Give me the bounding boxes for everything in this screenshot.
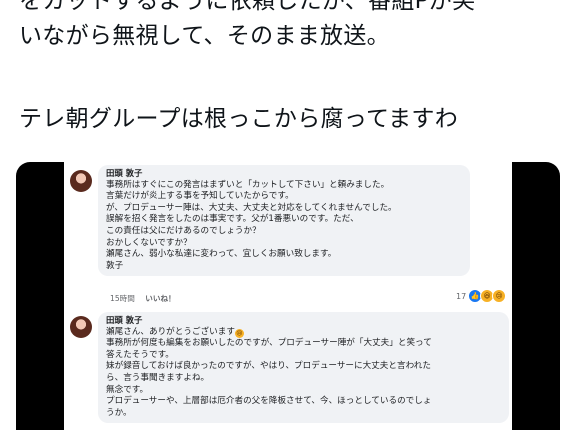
comment-line: うか。 <box>106 407 132 418</box>
sad-icon: 😢 <box>492 289 507 303</box>
comment-line: 瀬尾さん、ありがとうございます <box>106 326 235 337</box>
comment-line: 瀬尾さん、弱小な私達に変わって、宜しくお願い致します。 <box>106 249 337 260</box>
comment-line: おかしくないですか？ <box>106 237 192 248</box>
comment-line: が、プロデューサー陣は、大丈夫、大丈夫と対応をしてくれませんでした。 <box>106 202 397 213</box>
facebook-screenshot: 田頭 敦子 事務所はすぐにこの発言はまずいと「カットして下さい」と頼みました。 … <box>64 162 512 430</box>
comment-line-with-emoji: 瀬尾さん、ありがとうございます😢 <box>106 327 501 339</box>
tweet-media[interactable]: 田頭 敦子 事務所はすぐにこの発言はまずいと「カットして下さい」と頼みました。 … <box>16 162 560 430</box>
comment-meta: 15時間 いいね！ <box>110 293 176 304</box>
comment-line: 答えたそうです。 <box>106 349 174 360</box>
comment-line: 言葉だけが炎上する事を予知していたからです。 <box>106 191 294 202</box>
tweet-line-2: いながら無視して、そのまま放送。 <box>19 23 390 49</box>
avatar[interactable] <box>70 170 92 192</box>
comment-line: 誤解を招く発言をしたのは事実です。父が1番悪いのです。ただ、 <box>106 214 359 225</box>
tweet-line-3: テレ朝グループは根っこから腐ってますわ <box>19 106 459 132</box>
comment-line: この責任は父にだけあるのでしょうか？ <box>106 225 261 236</box>
crying-face-icon: 😢 <box>234 328 244 338</box>
comment-line: 事務所が何度も編集をお願いしたのですが、プロデューサー陣が「大丈夫」と笑って <box>106 338 432 349</box>
comment-time[interactable]: 15時間 <box>110 294 135 303</box>
comment-line: 敦子 <box>106 260 124 271</box>
comment-line: プロデューサーや、上層部は厄介者の父を降板させて、今、ほっとしているのでしょ <box>106 396 432 407</box>
comment-line: 無念です。 <box>106 384 149 395</box>
comment-line: 事務所はすぐにこの発言はまずいと「カットして下さい」と頼みました。 <box>106 179 390 190</box>
reaction-summary[interactable]: 17 👍 😆 😢 <box>456 289 507 303</box>
comment-bubble: 田頭 敦子 事務所はすぐにこの発言はまずいと「カットして下さい」と頼みました。 … <box>98 165 470 277</box>
comment-bubble: 田頭 敦子 瀬尾さん、ありがとうございます😢 事務所が何度も編集をお願いしたので… <box>98 312 509 424</box>
comment-line: 妹が録音しておけば良かったのですが、やはり、プロデューサーに大丈夫と言われた <box>106 361 431 372</box>
tweet-line-1: をカットするように依頼したが、番組Pが笑 <box>19 0 476 14</box>
avatar[interactable] <box>70 316 92 338</box>
comment-author[interactable]: 田頭 敦子 <box>106 168 462 180</box>
reaction-count: 17 <box>456 291 467 301</box>
comment-author[interactable]: 田頭 敦子 <box>106 315 501 327</box>
like-button[interactable]: いいね！ <box>145 294 175 303</box>
comment-line: ら、言う事聞きますよね。 <box>106 372 210 383</box>
